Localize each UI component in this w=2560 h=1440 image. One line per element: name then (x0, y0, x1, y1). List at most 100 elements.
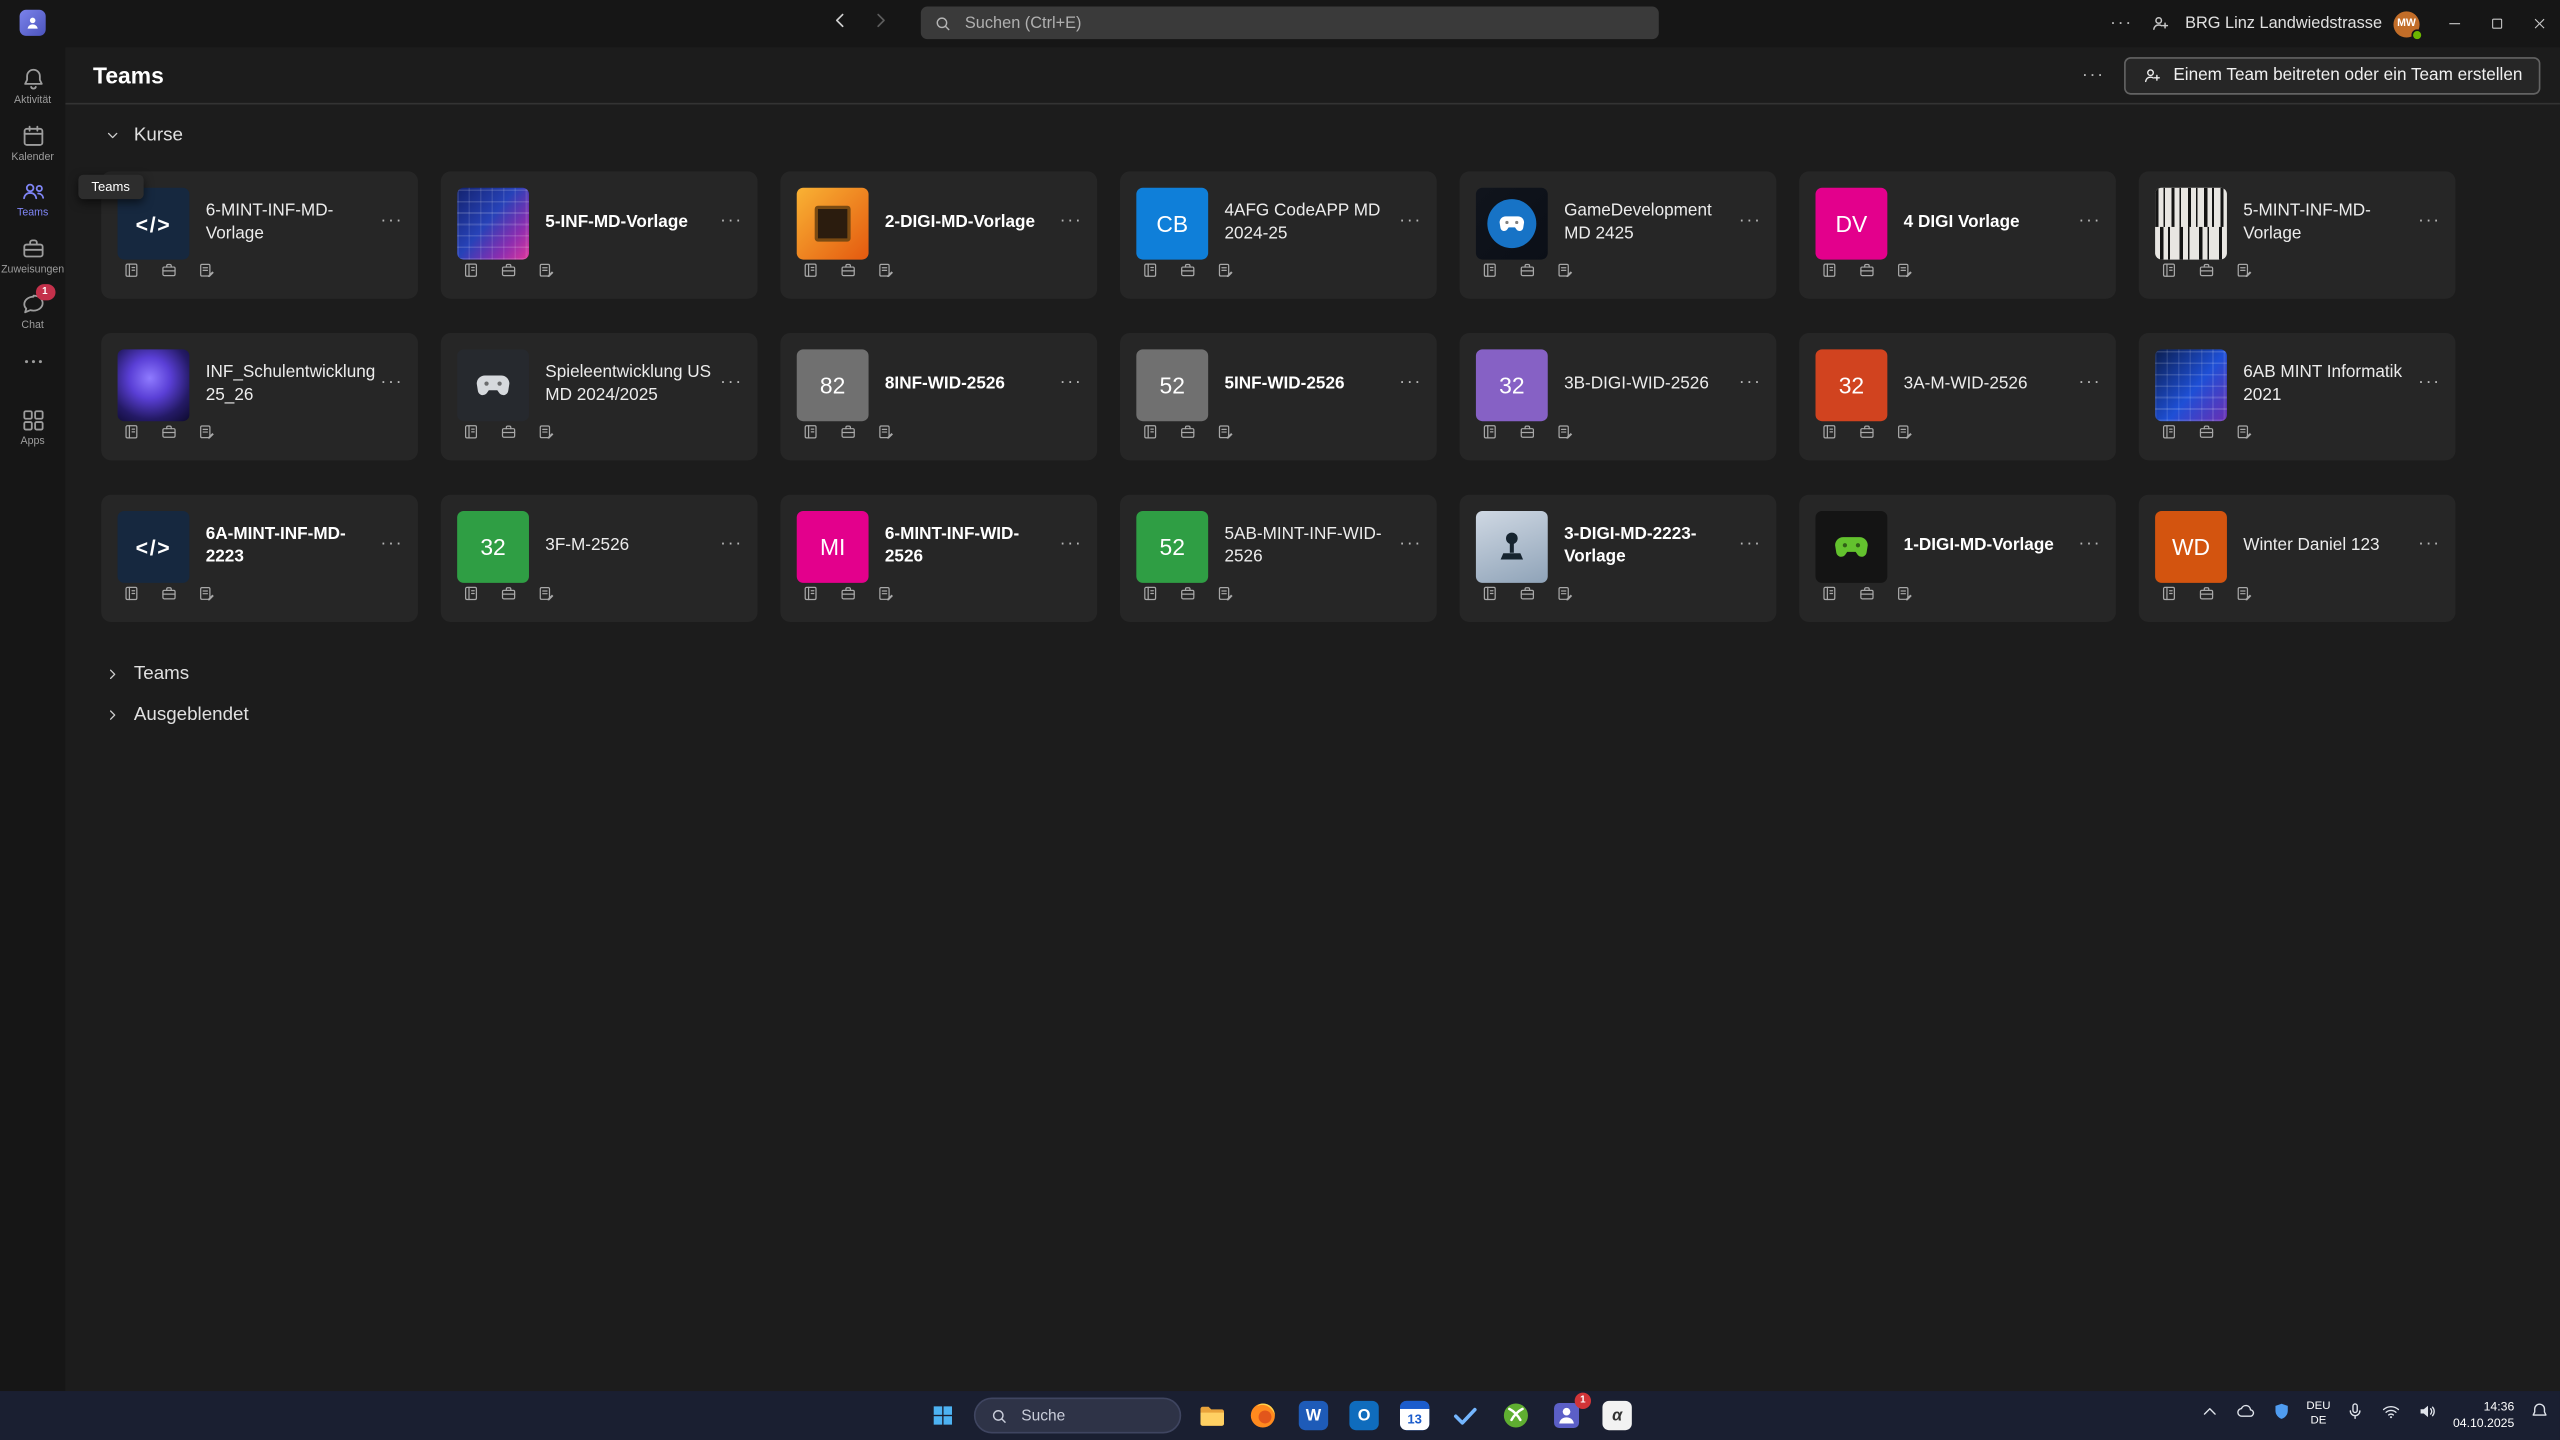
notebook-icon[interactable] (122, 581, 140, 610)
search-input[interactable] (962, 12, 1646, 33)
tray-chevron-up-icon[interactable] (2199, 1401, 2220, 1430)
grades-icon[interactable] (2235, 258, 2253, 287)
team-card[interactable]: </>6A-MINT-INF-MD-2223··· (101, 495, 418, 622)
microphone-icon[interactable] (2345, 1401, 2366, 1430)
assignments-icon[interactable] (2198, 258, 2216, 287)
team-card-more-button[interactable]: ··· (720, 536, 743, 554)
assignments-icon[interactable] (1518, 581, 1536, 610)
titlebar-more-options-button[interactable]: ··· (2102, 0, 2141, 47)
team-card[interactable]: WDWinter Daniel 123··· (2139, 495, 2456, 622)
team-card[interactable]: 525INF-WID-2526··· (1120, 333, 1437, 460)
back-button[interactable] (829, 9, 850, 38)
section-ausgeblendet[interactable]: Ausgeblendet (104, 705, 2560, 725)
team-card[interactable]: 323F-M-2526··· (441, 495, 758, 622)
assignments-icon[interactable] (1858, 420, 1876, 449)
team-card[interactable]: 828INF-WID-2526··· (780, 333, 1097, 460)
team-card[interactable]: Spieleentwicklung US MD 2024/2025··· (441, 333, 758, 460)
forward-button[interactable] (870, 9, 891, 38)
team-card[interactable]: 1-DIGI-MD-Vorlage··· (1799, 495, 2116, 622)
team-card-more-button[interactable]: ··· (1739, 212, 1762, 230)
team-card-more-button[interactable]: ··· (2078, 374, 2101, 392)
assignments-icon[interactable] (839, 420, 857, 449)
notebook-icon[interactable] (122, 258, 140, 287)
user-avatar[interactable]: MW (2393, 11, 2419, 37)
taskbar-search-input[interactable] (1018, 1405, 1165, 1426)
team-card-more-button[interactable]: ··· (1399, 212, 1422, 230)
notebook-icon[interactable] (1481, 581, 1499, 610)
assignments-icon[interactable] (1858, 258, 1876, 287)
taskbar-outlook-button[interactable]: O (1344, 1396, 1383, 1435)
team-card[interactable]: 323A-M-WID-2526··· (1799, 333, 2116, 460)
window-minimize-button[interactable] (2433, 0, 2475, 47)
assignments-icon[interactable] (1179, 420, 1197, 449)
notebook-icon[interactable] (1481, 420, 1499, 449)
notebook-icon[interactable] (462, 420, 480, 449)
sidebar-item-teams[interactable]: Teams (0, 171, 65, 227)
notebook-icon[interactable] (802, 420, 820, 449)
notebook-icon[interactable] (462, 258, 480, 287)
taskbar-clock[interactable]: 14:36 04.10.2025 (2453, 1400, 2514, 1432)
wifi-icon[interactable] (2381, 1401, 2402, 1430)
grades-icon[interactable] (1896, 420, 1914, 449)
team-card-more-button[interactable]: ··· (380, 374, 403, 392)
team-card[interactable]: INF_Schulentwicklung25_26··· (101, 333, 418, 460)
grades-icon[interactable] (2235, 581, 2253, 610)
grades-icon[interactable] (1216, 420, 1234, 449)
notebook-icon[interactable] (1820, 420, 1838, 449)
assignments-icon[interactable] (2198, 581, 2216, 610)
assignments-icon[interactable] (160, 420, 178, 449)
team-card-more-button[interactable]: ··· (1060, 536, 1083, 554)
grades-icon[interactable] (1896, 258, 1914, 287)
team-card[interactable]: 6AB MINT Informatik 2021··· (2139, 333, 2456, 460)
team-card-more-button[interactable]: ··· (1739, 536, 1762, 554)
team-card-more-button[interactable]: ··· (380, 212, 403, 230)
assignments-icon[interactable] (1518, 258, 1536, 287)
taskbar-word-button[interactable]: W (1294, 1396, 1333, 1435)
team-card-more-button[interactable]: ··· (1060, 212, 1083, 230)
grades-icon[interactable] (877, 258, 895, 287)
team-card-more-button[interactable]: ··· (720, 374, 743, 392)
notebook-icon[interactable] (2160, 420, 2178, 449)
sidebar-item-assignments[interactable]: Zuweisungen (0, 228, 65, 284)
language-indicator[interactable]: DEU DE (2306, 1401, 2330, 1430)
onedrive-cloud-icon[interactable] (2235, 1401, 2256, 1430)
taskbar-xbox-button[interactable] (1496, 1396, 1535, 1435)
notebook-icon[interactable] (1141, 258, 1159, 287)
team-card-more-button[interactable]: ··· (2078, 212, 2101, 230)
notebook-icon[interactable] (1141, 420, 1159, 449)
sidebar-item-chat[interactable]: 1Chat (0, 284, 65, 340)
assignments-icon[interactable] (2198, 420, 2216, 449)
grades-icon[interactable] (537, 581, 555, 610)
grades-icon[interactable] (2235, 420, 2253, 449)
taskbar-firefox-button[interactable] (1243, 1396, 1282, 1435)
assignments-icon[interactable] (1518, 420, 1536, 449)
sidebar-item-more[interactable] (0, 340, 65, 382)
volume-icon[interactable] (2417, 1401, 2438, 1430)
grades-icon[interactable] (1556, 420, 1574, 449)
team-card[interactable]: 2-DIGI-MD-Vorlage··· (780, 171, 1097, 298)
taskbar-todo-button[interactable] (1446, 1396, 1485, 1435)
taskbar-alpha-app-button[interactable]: α (1598, 1396, 1637, 1435)
notification-bell-icon[interactable] (2529, 1401, 2550, 1430)
join-or-create-team-button[interactable]: Einem Team beitreten oder ein Team erste… (2124, 56, 2540, 94)
team-card[interactable]: MI6-MINT-INF-WID-2526··· (780, 495, 1097, 622)
notebook-icon[interactable] (2160, 581, 2178, 610)
section-kurse[interactable]: Kurse (104, 126, 2560, 146)
team-card-more-button[interactable]: ··· (1399, 374, 1422, 392)
grades-icon[interactable] (1216, 258, 1234, 287)
notebook-icon[interactable] (462, 581, 480, 610)
assignments-icon[interactable] (500, 420, 518, 449)
global-search-box[interactable] (921, 7, 1659, 40)
team-card[interactable]: 5-INF-MD-Vorlage··· (441, 171, 758, 298)
team-card[interactable]: DV4 DIGI Vorlage··· (1799, 171, 2116, 298)
section-teams[interactable]: Teams (104, 664, 2560, 684)
notebook-icon[interactable] (1820, 581, 1838, 610)
window-maximize-button[interactable] (2475, 0, 2517, 47)
taskbar-calendar-app-button[interactable]: 13 (1395, 1396, 1434, 1435)
assignments-icon[interactable] (500, 581, 518, 610)
assignments-icon[interactable] (1858, 581, 1876, 610)
assignments-icon[interactable] (839, 581, 857, 610)
teams-header-more-button[interactable]: ··· (2082, 66, 2105, 84)
team-card-more-button[interactable]: ··· (380, 536, 403, 554)
team-card-more-button[interactable]: ··· (1399, 536, 1422, 554)
